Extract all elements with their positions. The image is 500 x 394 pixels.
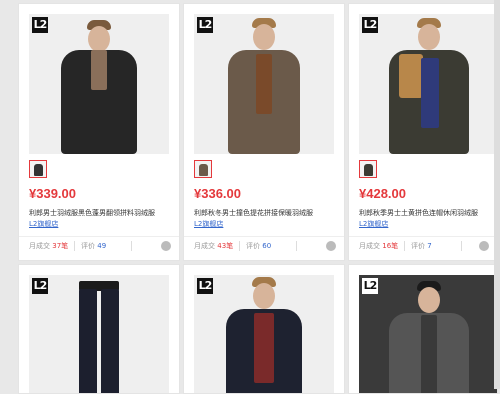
color-swatch[interactable]	[359, 160, 377, 178]
product-image[interactable]: L2	[359, 275, 497, 393]
product-image[interactable]: L2	[29, 275, 169, 393]
brand-logo: L2	[362, 17, 378, 33]
brand-logo: L2	[32, 278, 48, 294]
product-card[interactable]: L2	[18, 264, 180, 394]
color-swatch[interactable]	[194, 160, 212, 178]
shop-link[interactable]: L2旗舰店	[194, 220, 223, 229]
product-card[interactable]: L2 ¥339.00 利郎男士羽绒服黑色蓬男翻领拼料羽绒服 L2旗舰店 月成交 …	[18, 3, 180, 261]
shop-link[interactable]: L2旗舰店	[29, 220, 58, 229]
product-card[interactable]: L2	[183, 264, 345, 394]
review-count[interactable]: 评价 60	[246, 237, 271, 255]
monthly-sales: 月成交 16笔	[359, 242, 399, 250]
brand-logo: L2	[197, 17, 213, 33]
product-image[interactable]: L2	[194, 14, 334, 154]
scrollbar[interactable]	[494, 0, 500, 389]
product-title[interactable]: 利郎秋冬男士撞色提花拼接保暖羽绒服	[194, 209, 336, 218]
review-count[interactable]: 评价 7	[411, 237, 432, 255]
product-card[interactable]: L2 ¥428.00 利郎秋季男士土黄拼色连帽休闲羽绒服 L2旗舰店 月成交 1…	[348, 3, 498, 261]
product-grid: L2 ¥339.00 利郎男士羽绒服黑色蓬男翻领拼料羽绒服 L2旗舰店 月成交 …	[15, 0, 500, 394]
product-price: ¥336.00	[194, 186, 241, 201]
chat-bubble-icon[interactable]	[326, 241, 336, 251]
review-count[interactable]: 评价 49	[81, 237, 106, 255]
brand-logo: L2	[362, 278, 378, 294]
monthly-sales: 月成交 37笔	[29, 242, 69, 250]
product-stats: 月成交 37笔 评价 49	[19, 236, 179, 255]
color-swatch[interactable]	[29, 160, 47, 178]
brand-logo: L2	[197, 278, 213, 294]
product-image[interactable]: L2	[359, 14, 497, 154]
product-stats: 月成交 43笔 评价 60	[184, 236, 344, 255]
monthly-sales: 月成交 43笔	[194, 242, 234, 250]
chat-bubble-icon[interactable]	[479, 241, 489, 251]
product-title[interactable]: 利郎秋季男士土黄拼色连帽休闲羽绒服	[359, 209, 497, 218]
product-title[interactable]: 利郎男士羽绒服黑色蓬男翻领拼料羽绒服	[29, 209, 171, 218]
chat-bubble-icon[interactable]	[161, 241, 171, 251]
product-price: ¥428.00	[359, 186, 406, 201]
product-card[interactable]: L2	[348, 264, 498, 394]
shop-link[interactable]: L2旗舰店	[359, 220, 388, 229]
brand-logo: L2	[32, 17, 48, 33]
product-price: ¥339.00	[29, 186, 76, 201]
product-image[interactable]: L2	[194, 275, 334, 393]
product-stats: 月成交 16笔 评价 7	[349, 236, 497, 255]
product-image[interactable]: L2	[29, 14, 169, 154]
product-card[interactable]: L2 ¥336.00 利郎秋冬男士撞色提花拼接保暖羽绒服 L2旗舰店 月成交 4…	[183, 3, 345, 261]
